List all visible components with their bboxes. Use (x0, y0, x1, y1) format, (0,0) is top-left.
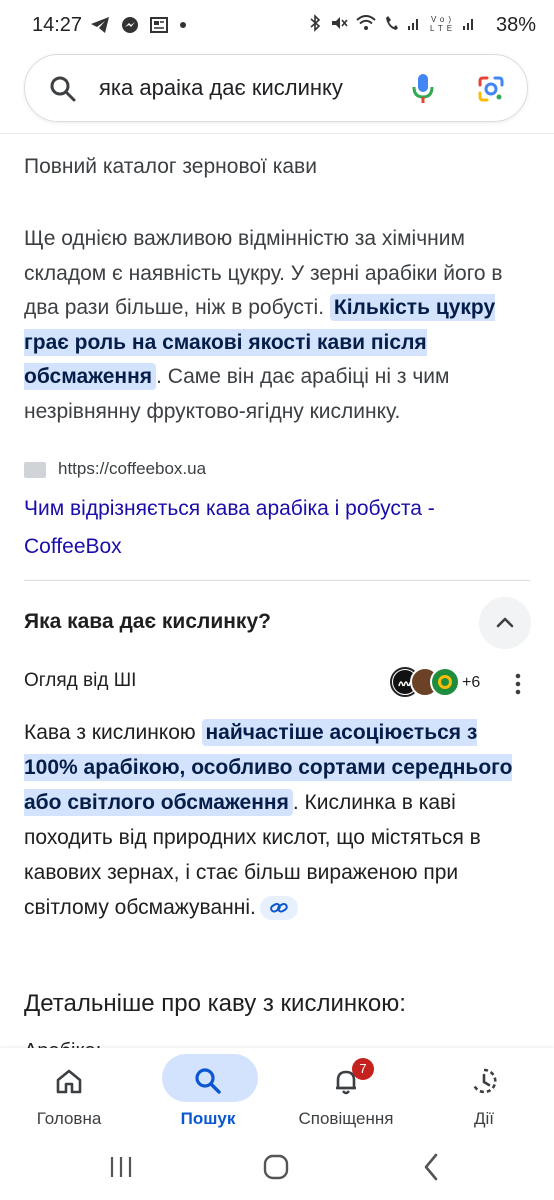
news-icon (150, 17, 169, 34)
back-icon[interactable] (420, 1152, 444, 1187)
result-title-link[interactable]: Чим відрізняється кава арабіка і робуста… (24, 490, 534, 566)
nav-label: Головна (36, 1109, 102, 1128)
site-favicon-icon (24, 462, 46, 478)
signal-icon (408, 19, 419, 30)
home-button-icon[interactable] (263, 1154, 289, 1185)
nav-label: Дії (473, 1109, 494, 1128)
nav-search[interactable]: Пошук (148, 1048, 268, 1138)
battery-level: 38% (495, 14, 536, 36)
status-bar: 14:27 Vo)LTE2 38% (0, 0, 554, 52)
featured-snippet: Ще однією важливою відмінністю за хімічн… (24, 222, 536, 429)
nav-activity[interactable]: Дії (424, 1048, 544, 1138)
status-right-icons: Vo)LTE2 (309, 14, 476, 33)
search-bar[interactable]: яка араіка дає кислинку (24, 54, 528, 122)
svg-text:Vo): Vo) (431, 15, 454, 24)
snippet-catalog-title: Повний каталог зернової кави (24, 155, 317, 178)
recent-apps-icon[interactable] (108, 1154, 134, 1185)
collapse-button[interactable] (479, 597, 531, 649)
result-divider (24, 580, 530, 581)
status-left-icons (90, 14, 187, 35)
mic-icon[interactable] (411, 73, 435, 110)
chevron-up-icon (496, 617, 514, 628)
notification-badge: 7 (352, 1058, 374, 1080)
wifi-icon (356, 15, 376, 30)
mute-icon (331, 17, 348, 29)
messenger-icon (122, 17, 139, 34)
telegram-icon (91, 17, 109, 34)
system-navigation-bar (0, 1138, 554, 1200)
status-time: 14:27 (32, 14, 83, 36)
nav-label: Пошук (180, 1109, 236, 1128)
citation-link-button[interactable] (259, 896, 298, 921)
source-avatars[interactable] (390, 667, 460, 699)
dot-icon (180, 22, 187, 29)
nav-notifications[interactable]: 7 Сповіщення (286, 1048, 406, 1138)
paa-question[interactable]: Яка кава дає кислинку? (24, 610, 271, 634)
search-icon[interactable] (49, 75, 77, 108)
answer-text: Кава з кислинкою (24, 721, 202, 744)
header-divider (0, 133, 554, 134)
more-options-icon[interactable] (514, 672, 522, 701)
svg-text:LTE2: LTE2 (430, 24, 454, 32)
source-url[interactable]: https://coffeebox.ua (58, 459, 206, 479)
more-sources-count[interactable]: +6 (462, 674, 480, 692)
activity-icon (424, 1066, 544, 1098)
google-lens-icon[interactable] (477, 75, 505, 108)
bottom-navigation: Головна Пошук 7 Сповіщення Дії (0, 1048, 554, 1138)
call-icon (385, 16, 398, 30)
home-icon (9, 1066, 129, 1098)
source-avatar (430, 667, 460, 697)
search-icon (148, 1066, 268, 1098)
details-heading: Детальніше про каву з кислинкою: (24, 990, 406, 1017)
signal-icon (463, 19, 473, 30)
nav-home[interactable]: Головна (9, 1048, 129, 1138)
ai-answer: Кава з кислинкою найчастіше асоціюється … (24, 715, 534, 925)
nav-label: Сповіщення (298, 1109, 394, 1128)
ai-overview-label: Огляд від ШІ (24, 670, 137, 691)
bluetooth-icon (310, 14, 321, 32)
bell-icon (286, 1066, 406, 1098)
volte-icon: Vo)LTE2 (430, 15, 461, 33)
link-icon (269, 903, 288, 913)
search-input[interactable]: яка араіка дає кислинку (99, 75, 343, 101)
